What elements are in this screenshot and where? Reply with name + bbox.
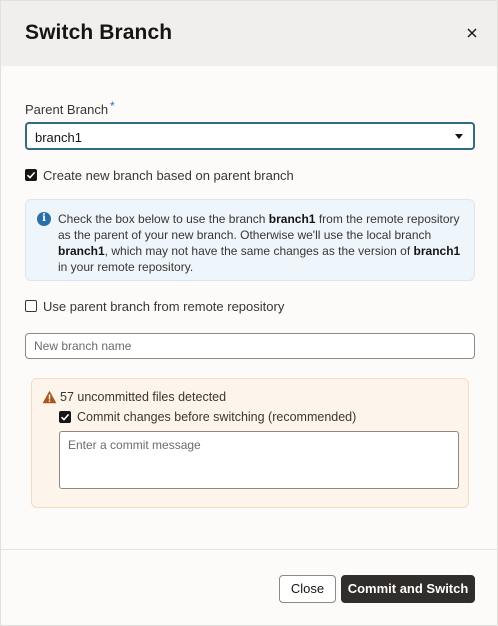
new-branch-name-input[interactable] bbox=[25, 333, 475, 359]
commit-and-switch-button[interactable]: Commit and Switch bbox=[341, 575, 475, 603]
required-indicator: * bbox=[110, 99, 115, 113]
info-text-part: , which may not have the same changes as… bbox=[104, 244, 414, 258]
switch-branch-dialog: Switch Branch Parent Branch * branch1 Cr… bbox=[0, 0, 498, 626]
create-new-branch-label[interactable]: Create new branch based on parent branch bbox=[43, 168, 294, 183]
create-new-branch-checkbox[interactable] bbox=[25, 169, 37, 181]
commit-message-input[interactable] bbox=[59, 431, 459, 489]
info-branch-name: branch1 bbox=[58, 244, 105, 258]
dialog-header: Switch Branch bbox=[1, 1, 497, 66]
commit-changes-checkbox[interactable] bbox=[59, 411, 71, 423]
close-button[interactable]: Close bbox=[279, 575, 336, 603]
info-text: Check the box below to use the branch br… bbox=[58, 211, 470, 275]
close-icon[interactable] bbox=[462, 23, 482, 43]
info-branch-name: branch1 bbox=[268, 212, 316, 226]
parent-branch-value: branch1 bbox=[35, 130, 82, 145]
uncommitted-warning: 57 uncommitted files detected Commit cha… bbox=[31, 378, 469, 508]
footer-divider bbox=[1, 549, 497, 550]
warning-message: 57 uncommitted files detected bbox=[60, 390, 227, 404]
info-icon: i bbox=[37, 212, 51, 226]
warning-icon bbox=[42, 390, 57, 409]
chevron-down-icon bbox=[455, 134, 463, 139]
info-text-part: Check the box below to use the branch bbox=[58, 212, 269, 226]
info-branch-name: branch1 bbox=[413, 244, 461, 258]
dialog-title: Switch Branch bbox=[25, 21, 173, 44]
parent-branch-label: Parent Branch bbox=[25, 102, 109, 117]
use-remote-branch-label[interactable]: Use parent branch from remote repository bbox=[43, 299, 284, 314]
parent-branch-select[interactable]: branch1 bbox=[25, 122, 475, 150]
commit-changes-label[interactable]: Commit changes before switching (recomme… bbox=[77, 410, 356, 424]
info-message: i Check the box below to use the branch … bbox=[25, 199, 475, 281]
use-remote-branch-checkbox[interactable] bbox=[25, 300, 37, 312]
info-text-part: in your remote repository. bbox=[58, 260, 194, 274]
